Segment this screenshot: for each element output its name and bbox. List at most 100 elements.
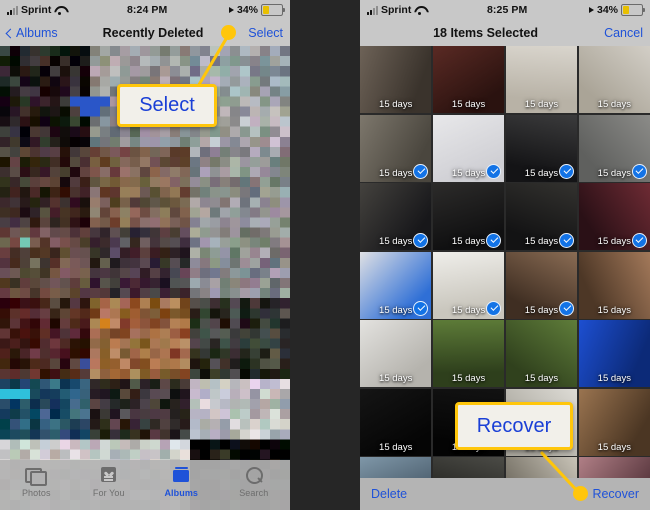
tab-for-you[interactable]: For You — [73, 465, 146, 498]
photo-cell[interactable] — [432, 457, 505, 478]
photo-cell[interactable] — [360, 457, 432, 478]
photo-thumbnail — [505, 320, 578, 387]
photo-cell[interactable]: 15 days — [360, 183, 432, 250]
battery-icon — [621, 4, 645, 16]
photos-icon — [25, 465, 48, 486]
left-status-bar: Sprint 8:24 PM 34% — [0, 0, 290, 20]
select-button-label: Select — [248, 26, 283, 40]
left-status-left: Sprint — [7, 4, 65, 16]
tab-albums[interactable]: Albums — [145, 465, 218, 498]
clock-label: 8:25 PM — [486, 4, 528, 16]
recover-callout: Recover — [455, 402, 573, 450]
right-status-bar: Sprint 8:25 PM 34% — [360, 0, 650, 20]
photo-thumbnail — [578, 457, 650, 478]
carrier-label: Sprint — [381, 4, 412, 16]
page-title: Recently Deleted — [102, 26, 204, 40]
for-you-icon — [98, 465, 120, 485]
photo-cell[interactable]: 15 days — [578, 183, 650, 250]
photo-cell[interactable]: 15 days — [360, 388, 432, 456]
photo-cell[interactable]: 15 days — [360, 251, 432, 319]
left-tab-bar: Photos For You Albums Search — [0, 460, 290, 510]
left-nav-bar: Albums Recently Deleted Select — [0, 20, 290, 46]
photo-thumbnail — [432, 320, 505, 387]
cellular-signal-icon — [367, 5, 378, 15]
photo-cell[interactable]: 15 days — [432, 114, 505, 182]
right-bottom-bar: Delete Recover — [360, 478, 650, 510]
battery-percent-label: 34% — [236, 4, 258, 16]
clock-label: 8:24 PM — [126, 4, 168, 16]
selected-check-icon[interactable] — [413, 232, 429, 248]
photo-cell[interactable]: 15 days — [432, 183, 505, 250]
heart-icon — [106, 470, 112, 475]
photo-cell[interactable] — [505, 457, 578, 478]
photo-cell[interactable]: 15 days — [505, 46, 578, 113]
photo-cell[interactable]: 15 days — [578, 388, 650, 456]
tab-search-label: Search — [239, 488, 269, 498]
tab-albums-label: Albums — [164, 488, 199, 498]
photo-cell[interactable]: 15 days — [360, 114, 432, 182]
photo-thumbnail — [360, 457, 432, 478]
cellular-signal-icon — [7, 5, 18, 15]
photo-cell[interactable]: 15 days — [505, 183, 578, 250]
photo-thumbnail — [578, 46, 650, 113]
tab-photos[interactable]: Photos — [0, 465, 73, 498]
back-button-label: Albums — [16, 26, 58, 40]
selected-check-icon[interactable] — [559, 232, 575, 248]
selected-check-icon[interactable] — [632, 232, 647, 248]
photo-cell[interactable]: 15 days — [578, 320, 650, 387]
left-status-right: 34% — [228, 4, 285, 16]
selected-check-icon[interactable] — [486, 232, 502, 248]
photo-thumbnail — [578, 320, 650, 387]
right-status-left: Sprint — [367, 4, 425, 16]
photo-thumbnail — [360, 388, 432, 456]
photo-cell[interactable]: 15 days — [505, 251, 578, 319]
photo-cell[interactable]: 15 days — [360, 46, 432, 113]
chevron-left-icon — [5, 28, 16, 38]
tab-photos-label: Photos — [21, 488, 51, 498]
photo-cell[interactable]: 15 days — [432, 320, 505, 387]
photo-thumbnail — [505, 46, 578, 113]
photo-thumbnail — [360, 46, 432, 113]
cancel-button-label: Cancel — [604, 26, 643, 40]
tab-for-you-label: For You — [92, 488, 125, 498]
photo-cell[interactable] — [578, 457, 650, 478]
selection-count-title: 18 Items Selected — [433, 26, 538, 40]
delete-button[interactable]: Delete — [371, 487, 407, 501]
photo-thumbnail — [505, 457, 578, 478]
tab-search[interactable]: Search — [218, 465, 291, 498]
albums-icon — [170, 465, 192, 485]
search-icon — [243, 465, 265, 485]
photo-cell[interactable]: 15 days — [578, 251, 650, 319]
select-callout: Select — [117, 84, 217, 127]
photo-thumbnail — [578, 251, 650, 319]
photo-cell[interactable]: 15 days — [505, 320, 578, 387]
photo-thumbnail — [360, 320, 432, 387]
select-button[interactable]: Select — [248, 26, 283, 40]
photo-cell[interactable]: 15 days — [360, 320, 432, 387]
photo-thumbnail — [578, 388, 650, 456]
cancel-button[interactable]: Cancel — [604, 26, 643, 40]
select-callout-target-dot — [221, 25, 236, 40]
recover-button[interactable]: Recover — [592, 487, 639, 501]
photo-thumbnail — [432, 457, 505, 478]
photo-cell[interactable]: 15 days — [578, 114, 650, 182]
battery-icon — [261, 4, 285, 16]
wifi-icon — [54, 6, 65, 15]
back-to-albums-button[interactable]: Albums — [5, 26, 58, 40]
left-phone-screen: Sprint 8:24 PM 34% Albums Recently Delet… — [0, 0, 290, 510]
wifi-icon — [414, 6, 425, 15]
photo-cell[interactable]: 15 days — [578, 46, 650, 113]
carrier-label: Sprint — [21, 4, 52, 16]
tutorial-screenshot: Sprint 8:24 PM 34% Albums Recently Delet… — [0, 0, 650, 510]
photo-cell[interactable]: 15 days — [432, 251, 505, 319]
battery-percent-label: 34% — [596, 4, 618, 16]
right-nav-bar: 18 Items Selected Cancel — [360, 20, 650, 46]
location-arrow-icon — [228, 7, 234, 13]
photo-cell[interactable]: 15 days — [505, 114, 578, 182]
photo-thumbnail — [432, 46, 505, 113]
recover-callout-target-dot — [573, 486, 588, 501]
location-arrow-icon — [588, 7, 594, 13]
photo-cell[interactable]: 15 days — [432, 46, 505, 113]
selected-check-icon[interactable] — [632, 164, 647, 179]
right-status-right: 34% — [588, 4, 645, 16]
